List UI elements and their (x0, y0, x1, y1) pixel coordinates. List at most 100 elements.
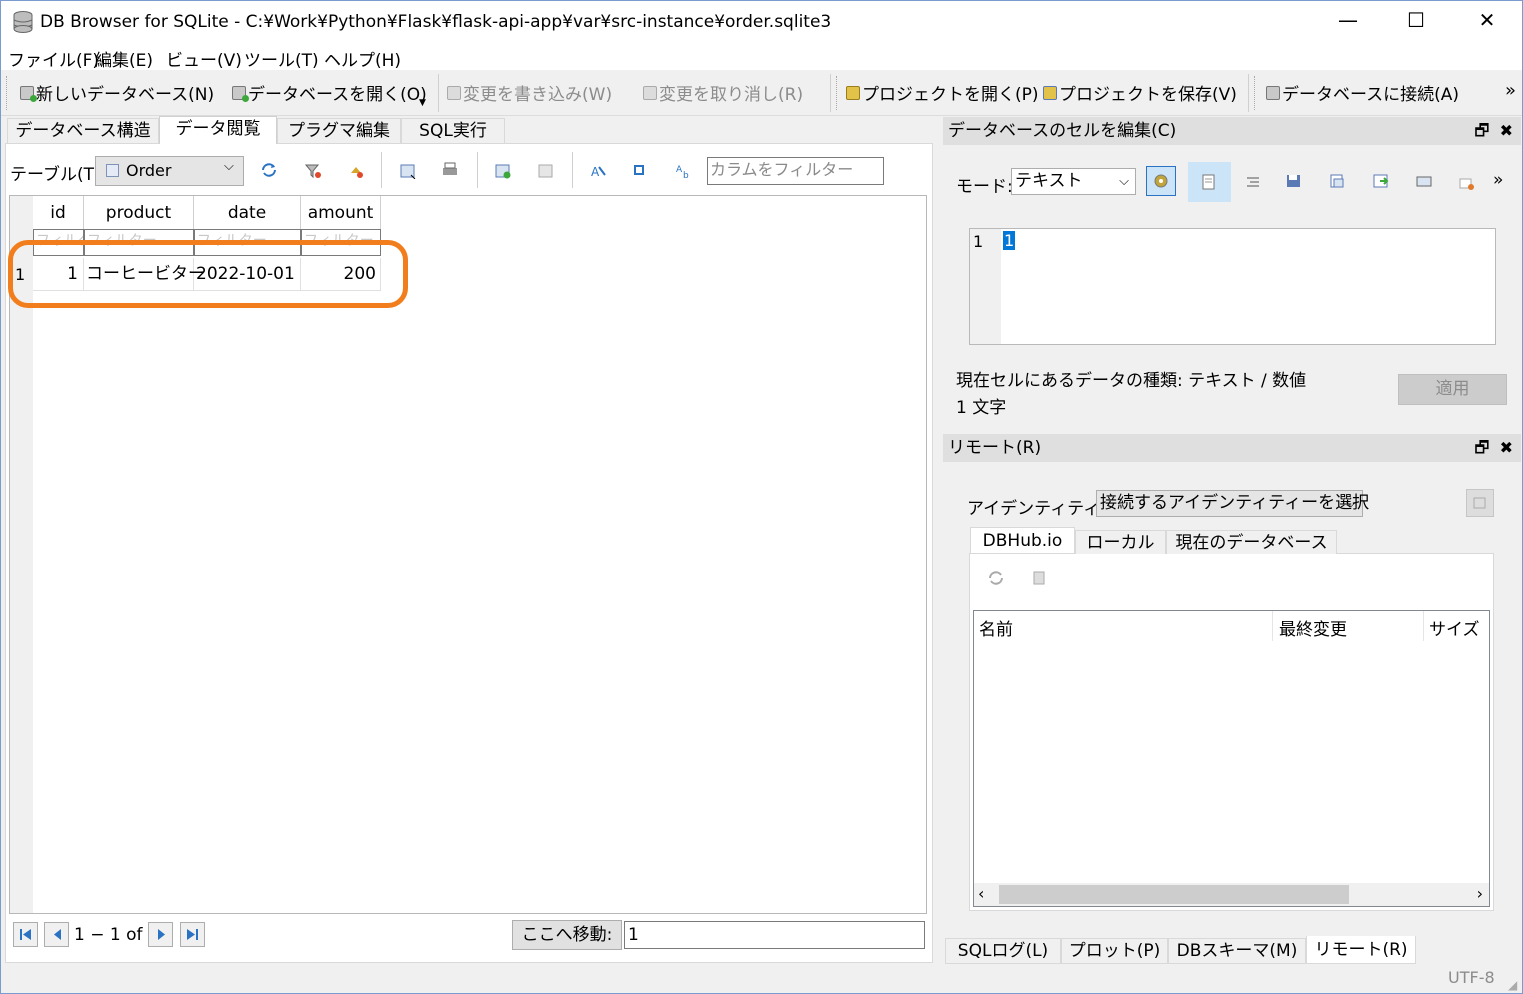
float-dock-icon[interactable]: 🗗 (1474, 121, 1489, 140)
tab-browse-data[interactable]: データ閲覧 (159, 116, 277, 144)
main-toolbar: 新しいデータベース(N) データベースを開く(O) ▼ 変更を書き込み(W) 変… (0, 70, 1523, 116)
goto-button[interactable]: ここへ移動: (512, 920, 622, 950)
next-record-button[interactable] (148, 922, 173, 947)
skip-last-icon (187, 929, 198, 940)
column-header-product[interactable]: product (84, 196, 194, 229)
auto-switch-mode-button[interactable] (1146, 166, 1176, 196)
title-bar: DB Browser for SQLite - C:¥Work¥Python¥F… (0, 0, 1523, 44)
scroll-right-icon[interactable]: › (1477, 884, 1483, 903)
tab-sql-log[interactable]: SQLログ(L) (945, 938, 1061, 964)
tab-dbhub[interactable]: DBHub.io (970, 527, 1075, 553)
goto-icon[interactable]: Ab (675, 163, 693, 179)
set-null-icon[interactable] (1372, 173, 1390, 189)
open-database-icon (232, 85, 249, 102)
close-button[interactable]: ✕ (1472, 8, 1502, 36)
find-replace-icon[interactable] (631, 162, 649, 178)
cell-type-info: 現在セルにあるデータの種類: テキスト / 数値 (956, 371, 1307, 391)
table-select[interactable]: Order ⌵ (95, 156, 244, 186)
toolbar-separator (381, 152, 382, 188)
scrollbar-thumb[interactable] (999, 885, 1349, 904)
delete-record-icon[interactable] (537, 163, 555, 179)
find-icon[interactable]: A (589, 163, 607, 179)
clear-sorting-icon[interactable] (348, 163, 366, 179)
menu-tools[interactable]: ツール(T) (244, 46, 319, 71)
tab-edit-pragmas[interactable]: プラグマ編集 (277, 118, 401, 144)
menu-bar: ファイル(F) 編集(E) ビュー(V) ツール(T) ヘルプ(H) (0, 44, 1523, 71)
attach-database-button[interactable]: データベースに接続(A) (1266, 80, 1459, 105)
insert-record-icon[interactable] (494, 163, 512, 179)
cell-editor-text[interactable]: 1 (1003, 231, 1016, 250)
previous-record-button[interactable] (44, 922, 69, 947)
table-label: テーブル(T): (10, 165, 107, 185)
minimize-button[interactable]: — (1333, 8, 1363, 36)
float-dock-icon[interactable]: 🗗 (1474, 438, 1489, 457)
mode-select[interactable]: テキスト ⌵ (1011, 168, 1136, 195)
list-header-modified[interactable]: 最終変更 (1279, 615, 1347, 640)
tab-local[interactable]: ローカル (1075, 530, 1166, 554)
open-database-dropdown-icon[interactable]: ▼ (419, 98, 426, 108)
save-project-button[interactable]: プロジェクトを保存(V) (1043, 80, 1237, 105)
menu-help[interactable]: ヘルプ(H) (324, 46, 401, 71)
list-header-name[interactable]: 名前 (979, 615, 1013, 640)
print-icon[interactable] (441, 162, 459, 178)
clear-cell-icon[interactable] (1458, 175, 1476, 191)
close-dock-icon[interactable]: ✖ (1500, 438, 1513, 457)
new-database-button[interactable]: 新しいデータベース(N) (20, 80, 214, 105)
remote-file-list[interactable]: 名前 最終変更 サイズ ‹ › (973, 610, 1490, 907)
tab-plot[interactable]: プロット(P) (1061, 938, 1168, 964)
toolbar-grip[interactable] (6, 76, 9, 110)
apply-button[interactable]: 適用 (1398, 374, 1507, 405)
scroll-left-icon[interactable]: ‹ (978, 884, 984, 903)
identity-settings-button[interactable] (1466, 489, 1494, 517)
last-record-button[interactable] (180, 922, 205, 947)
tab-execute-sql[interactable]: SQL実行 (401, 118, 505, 144)
menu-edit[interactable]: 編集(E) (95, 46, 153, 71)
revert-changes-button[interactable]: 変更を取り消し(R) (643, 80, 803, 105)
cell-editor[interactable]: 1 1 (969, 228, 1496, 345)
save-results-icon[interactable] (399, 163, 417, 179)
write-changes-button[interactable]: 変更を書き込み(W) (447, 80, 612, 105)
resize-grip-icon[interactable]: ◢ (1508, 978, 1517, 992)
toolbar-grip[interactable] (1254, 76, 1257, 110)
menu-file[interactable]: ファイル(F) (8, 46, 99, 71)
toolbar-grip[interactable] (836, 76, 839, 110)
horizontal-scrollbar[interactable]: ‹ › (974, 883, 1489, 906)
toolbar-overflow-button[interactable]: » (1505, 80, 1516, 101)
dock-toolbar-overflow[interactable]: » (1493, 170, 1503, 190)
svg-text:b: b (683, 171, 689, 179)
maximize-button[interactable]: ☐ (1401, 8, 1431, 36)
tab-remote[interactable]: リモート(R) (1306, 936, 1416, 964)
edit-cell-dock-title: データベースのセルを編集(C) 🗗 ✖ (943, 117, 1521, 145)
open-database-button[interactable]: データベースを開く(O) (232, 80, 427, 105)
tab-db-schema[interactable]: DBスキーマ(M) (1168, 938, 1306, 964)
auto-format-icon[interactable] (1244, 174, 1262, 190)
column-header-id[interactable]: id (33, 196, 84, 229)
chevron-down-icon: ⌵ (224, 159, 234, 174)
clear-filters-icon[interactable] (304, 163, 322, 179)
encoding-status: UTF-8 (1448, 968, 1495, 987)
column-header-amount[interactable]: amount (301, 196, 381, 229)
tab-current-database[interactable]: 現在のデータベース (1166, 530, 1337, 554)
open-project-button[interactable]: プロジェクトを開く(P) (846, 80, 1039, 105)
certificate-icon (1473, 497, 1486, 509)
goto-input[interactable]: 1 (624, 921, 925, 949)
column-header-date[interactable]: date (194, 196, 301, 229)
apply-cell-icon[interactable] (1415, 173, 1433, 189)
first-record-button[interactable] (13, 922, 38, 947)
identity-label: アイデンティティー (967, 499, 1118, 519)
open-project-icon (846, 85, 860, 100)
export-icon[interactable] (1329, 173, 1347, 189)
refresh-icon[interactable] (260, 162, 278, 178)
attach-database-icon (1266, 85, 1280, 100)
svg-text:A: A (676, 165, 683, 175)
menu-view[interactable]: ビュー(V) (166, 46, 242, 71)
close-dock-icon[interactable]: ✖ (1500, 121, 1513, 140)
import-icon[interactable] (1285, 173, 1303, 189)
list-header-size[interactable]: サイズ (1429, 615, 1480, 640)
identity-select[interactable]: 接続するアイデンティティーを選択 ⌵ (1096, 490, 1369, 517)
tab-database-structure[interactable]: データベース構造 (7, 118, 159, 144)
clone-database-icon[interactable] (1031, 570, 1049, 586)
refresh-icon[interactable] (987, 570, 1005, 586)
word-wrap-button[interactable] (1188, 162, 1231, 202)
column-filter-input[interactable]: カラムをフィルター (707, 157, 884, 185)
